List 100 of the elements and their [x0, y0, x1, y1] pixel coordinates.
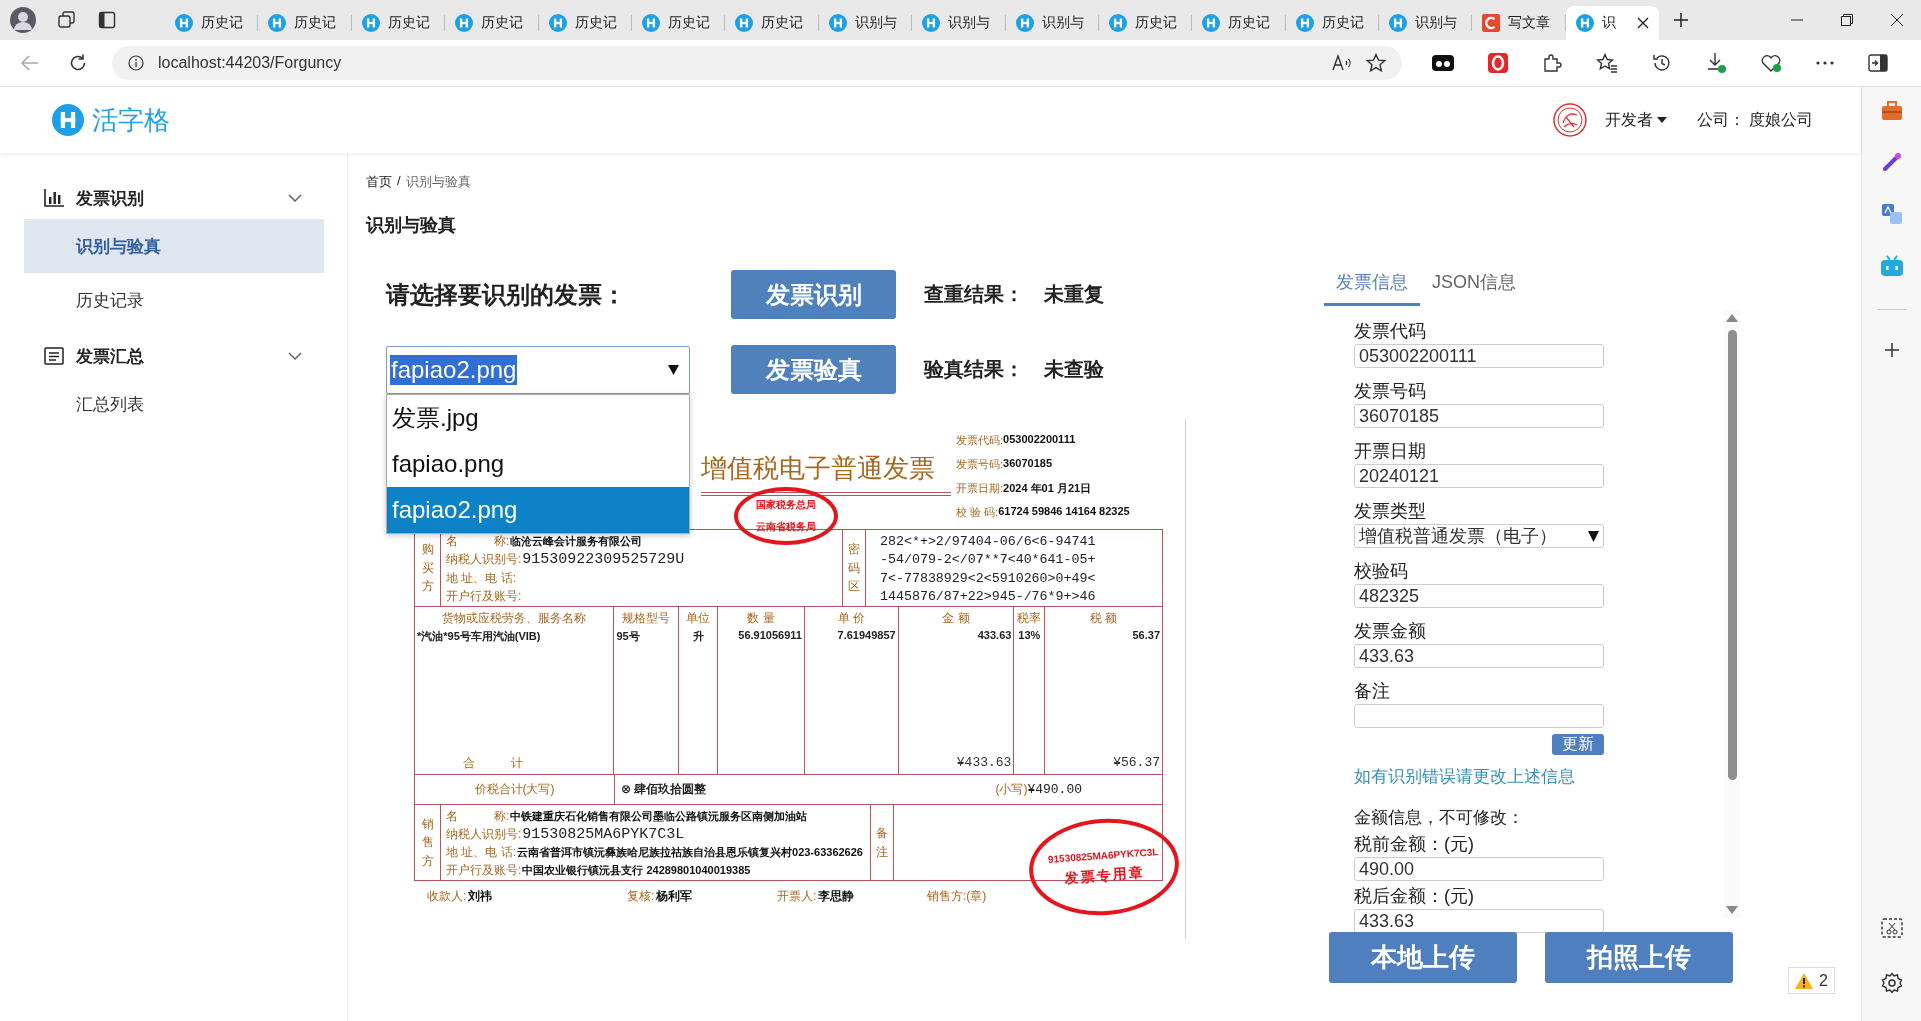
browser-tab[interactable]: 识别与 [912, 6, 1006, 40]
dropdown-option[interactable]: fapiao2.png [387, 486, 689, 533]
section-label: 备注 [876, 824, 888, 861]
upload-button[interactable]: 拍照上传 [1545, 932, 1733, 983]
browser-tab[interactable]: 历史记 [1192, 6, 1286, 40]
info-icon[interactable] [128, 55, 144, 71]
read-aloud-icon[interactable] [1332, 54, 1352, 72]
wand-icon[interactable] [1880, 151, 1903, 173]
briefcase-icon[interactable] [1880, 101, 1903, 121]
input-field[interactable]: 20240121 [1354, 464, 1604, 488]
result-label: 查重结果： [924, 282, 1024, 307]
signature-label: 收款人: [427, 888, 467, 905]
add-icon[interactable] [1883, 342, 1900, 358]
list-icon [44, 347, 64, 365]
total-label: 合 计 [462, 755, 524, 772]
warning-button[interactable]: 2 [1788, 967, 1835, 994]
scrollbar[interactable] [1724, 310, 1740, 918]
heart-icon[interactable] [1760, 53, 1782, 73]
chevron-icon[interactable] [288, 352, 302, 360]
table-cell-text: 95号 [615, 629, 641, 644]
dropdown-option[interactable]: 发票.jpg [387, 394, 689, 441]
address-bar[interactable]: localhost:44203/Forguncy [112, 46, 1402, 80]
caret-icon[interactable] [1657, 117, 1667, 123]
browser-tab[interactable]: 历史记 [445, 6, 539, 40]
scroll-up-icon[interactable] [1726, 314, 1738, 322]
browser-tab[interactable]: 历史记 [258, 6, 352, 40]
browser-tab[interactable]: 识别与 [818, 6, 913, 40]
type-dropdown[interactable]: 增值税普通发票（电子） [1354, 524, 1604, 548]
input-field[interactable]: 053002200111 [1354, 344, 1604, 368]
translate-icon[interactable] [1880, 203, 1903, 225]
breadcrumb-link[interactable]: 识别与验真 [405, 173, 471, 191]
nav-item[interactable]: 历史记录 [24, 273, 324, 327]
browser-tab[interactable]: 历史记 [1098, 6, 1193, 40]
screenshot-icon[interactable] [1880, 918, 1903, 938]
sidebar-icon[interactable] [1868, 54, 1888, 72]
browser-tab[interactable]: 历史记 [165, 6, 259, 40]
user-name[interactable]: 开发者 [1605, 109, 1653, 131]
dropdown-option[interactable]: fapiao.png [387, 440, 689, 487]
cipher-line: -54/079-2</07**7<40*641-05+ [880, 552, 1097, 568]
nav-item[interactable]: 识别与验真 [24, 219, 324, 273]
extension-icon[interactable] [1432, 55, 1454, 71]
restore-icon[interactable] [1841, 14, 1853, 26]
hint-link[interactable]: 如有识别错误请更改上述信息 [1354, 767, 1575, 786]
avatar-icon[interactable] [10, 7, 36, 33]
app-icon [548, 14, 567, 32]
history-icon[interactable] [1652, 53, 1672, 73]
panel-tab[interactable]: 发票信息 [1324, 265, 1420, 306]
download-icon[interactable] [1706, 52, 1726, 74]
company-name: 度娘公司 [1749, 109, 1813, 130]
app-icon [1015, 14, 1034, 32]
more-icon[interactable] [1816, 61, 1834, 65]
panel-tab[interactable]: JSON信息 [1420, 265, 1528, 306]
input-field[interactable]: 482325 [1354, 584, 1604, 608]
nav-group[interactable]: 发票识别 [24, 177, 324, 219]
bar-chart-icon [44, 189, 64, 207]
company-label: 公司： [1697, 109, 1745, 130]
column-header: 税 额 [1089, 610, 1119, 627]
tab-actions-icon[interactable] [98, 11, 116, 29]
avatar-icon[interactable] [1553, 103, 1587, 137]
section-label: 购买方 [421, 541, 434, 596]
scroll-down-icon[interactable] [1726, 906, 1738, 914]
settings-icon[interactable] [1880, 972, 1903, 994]
browser-tab[interactable]: 历史记 [351, 6, 446, 40]
browser-tab[interactable]: 识别与 [1379, 6, 1473, 40]
new-tab-icon[interactable] [1673, 12, 1690, 28]
chevron-icon[interactable] [288, 194, 302, 202]
input-field[interactable]: 36070185 [1354, 404, 1604, 428]
action-button[interactable]: 发票验真 [731, 345, 896, 394]
app-icon [268, 14, 287, 32]
app-icon [922, 14, 941, 32]
breadcrumb-link[interactable]: 首页 [366, 173, 392, 191]
browser-tab[interactable]: 识别与 [1005, 6, 1099, 40]
workspaces-icon[interactable] [58, 11, 76, 29]
tv-icon[interactable] [1879, 255, 1904, 277]
close-icon[interactable] [1637, 17, 1650, 29]
browser-tab[interactable]: 历史记 [631, 6, 726, 40]
close-icon[interactable] [1891, 14, 1903, 26]
meta-value: 36070185 [1003, 457, 1052, 471]
update-button[interactable]: 更新 [1552, 734, 1604, 755]
nav-item[interactable]: 汇总列表 [24, 377, 324, 431]
nav-group[interactable]: 发票汇总 [24, 335, 324, 377]
dropdown-arrow-icon[interactable] [1588, 530, 1599, 542]
field-label: 税前金额：(元) [1354, 833, 1475, 855]
app-icon [735, 14, 754, 32]
browser-tab[interactable]: 历史记 [1285, 6, 1380, 40]
file-dropdown[interactable]: fapiao2.png [386, 345, 690, 394]
input-field[interactable]: 433.63 [1354, 644, 1604, 668]
column-header: 规格型号 [621, 610, 672, 627]
refresh-icon[interactable] [68, 53, 88, 73]
action-button[interactable]: 发票识别 [731, 270, 896, 319]
input-field[interactable] [1354, 704, 1604, 728]
favorites-icon[interactable] [1596, 53, 1618, 73]
puzzle-icon[interactable] [1542, 53, 1562, 73]
browser-tab[interactable]: 历史记 [538, 6, 632, 40]
browser-tab[interactable]: 写文章 [1472, 6, 1566, 40]
favorite-icon[interactable] [1366, 53, 1386, 73]
dropdown-arrow-icon[interactable] [668, 364, 679, 375]
upload-button[interactable]: 本地上传 [1329, 932, 1517, 983]
browser-tab[interactable]: 识 [1565, 6, 1660, 40]
browser-tab[interactable]: 历史记 [725, 6, 819, 40]
